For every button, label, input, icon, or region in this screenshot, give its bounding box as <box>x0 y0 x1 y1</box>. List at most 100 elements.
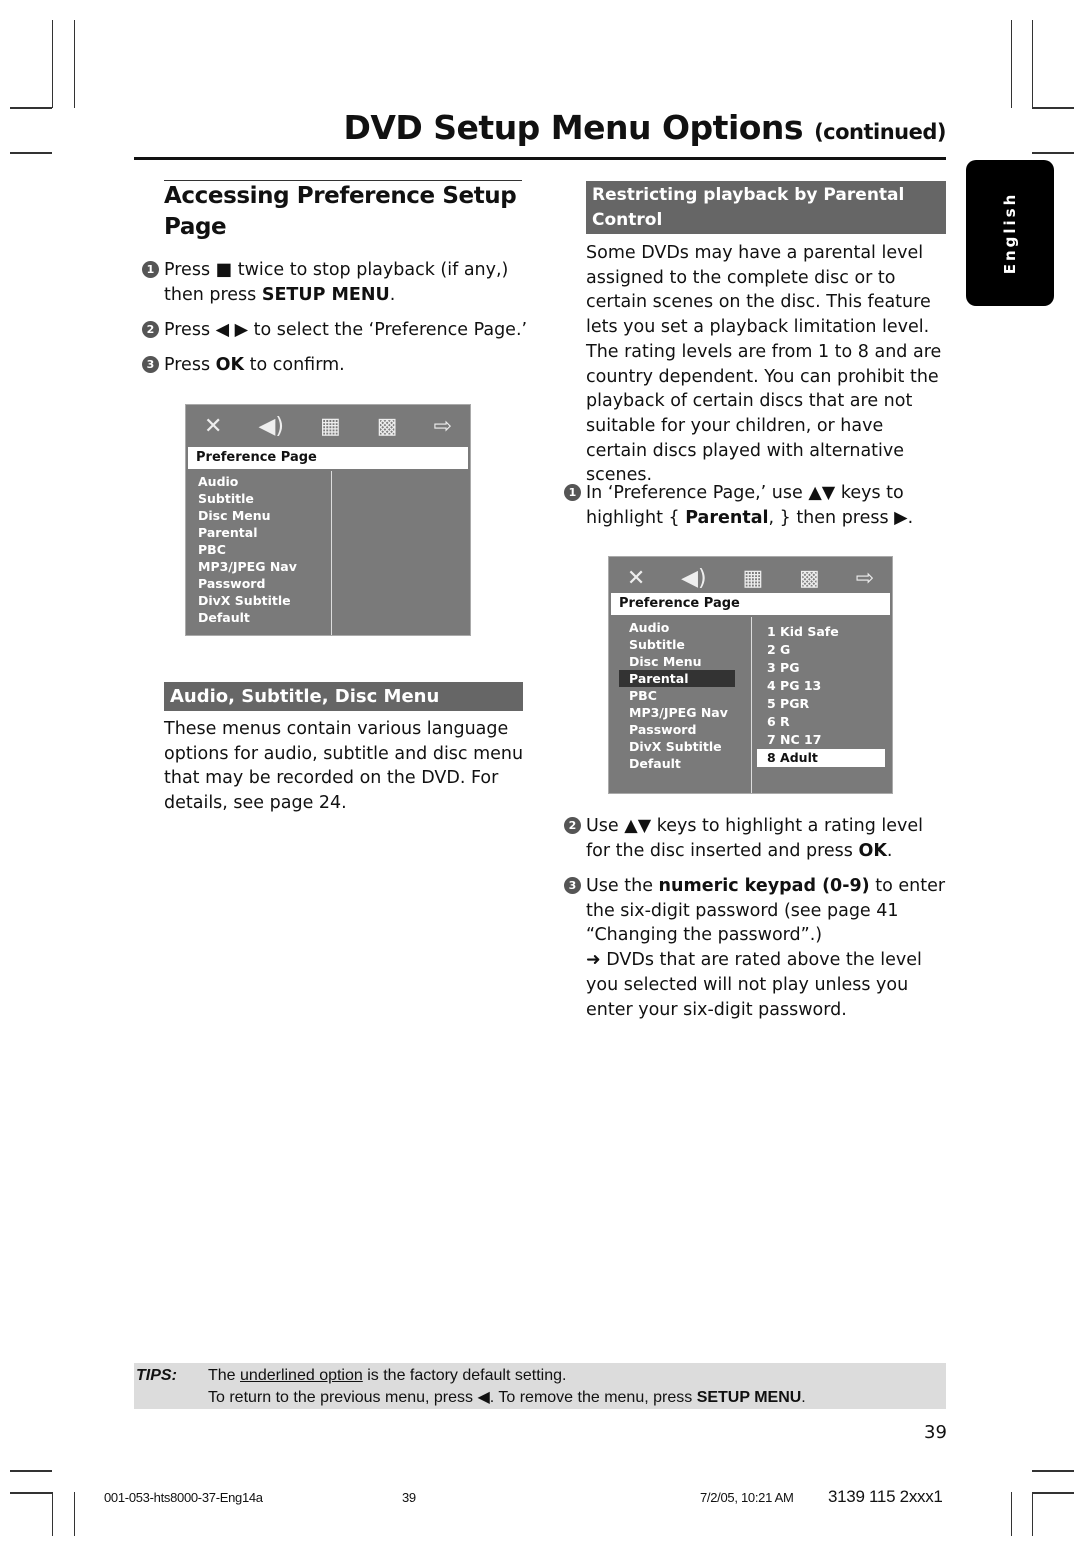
stop-icon: ■ <box>215 260 233 280</box>
tools-icon: ✕ <box>204 413 223 439</box>
right-step-1: 1 In ‘Preference Page,’ use ▲▼ keys to h… <box>564 481 948 530</box>
step-number: 3 <box>142 356 159 373</box>
section-title-accessing: Accessing Preference Setup Page <box>164 183 517 240</box>
osd-item-mp3-jpeg-nav[interactable]: MP3/JPEG Nav <box>188 558 328 575</box>
osd-page-label: Preference Page <box>188 447 468 469</box>
crop-mark <box>10 107 52 109</box>
osd-item-default[interactable]: Default <box>619 755 735 772</box>
page-number: 39 <box>924 1422 947 1443</box>
step-number: 1 <box>564 484 581 501</box>
parental-rating-screen: ✕ ◀) ▦ ▩ ⇨ Preference Page Audio Subtitl… <box>608 556 893 794</box>
setup-menu-key: SETUP MENU <box>261 284 390 305</box>
crop-mark <box>1032 1492 1033 1536</box>
osd-item-mp3-jpeg-nav[interactable]: MP3/JPEG Nav <box>619 704 735 721</box>
subsection-body: These menus contain various language opt… <box>164 719 524 814</box>
step-text: to confirm. <box>244 355 345 375</box>
footer-date: 7/2/05, 10:21 AM <box>700 1490 794 1505</box>
step-text: to select the ‘Preference Page.’ <box>248 320 528 340</box>
crop-mark <box>10 152 52 154</box>
crop-mark <box>1032 1492 1074 1494</box>
preference-page-screen: ✕ ◀) ▦ ▩ ⇨ Preference Page Audio Subtitl… <box>185 404 471 636</box>
parental-option: Parental <box>685 507 769 528</box>
rating-option[interactable]: 2 G <box>757 641 885 659</box>
footer-page: 39 <box>402 1490 416 1505</box>
step-number: 2 <box>564 817 581 834</box>
rating-option[interactable]: 4 PG 13 <box>757 677 885 695</box>
rating-option-selected[interactable]: 8 Adult <box>757 749 885 767</box>
checklist-icon: ▩ <box>799 565 820 591</box>
step-text: , } then press ▶. <box>768 507 914 528</box>
osd-item-disc-menu[interactable]: Disc Menu <box>188 507 328 524</box>
tips-text: is the factory default setting. <box>362 1367 567 1384</box>
tools-icon: ✕ <box>626 565 646 591</box>
osd-item-subtitle[interactable]: Subtitle <box>619 636 735 653</box>
underlined-option-example: underlined option <box>240 1367 363 1384</box>
osd-item-default[interactable]: Default <box>188 609 328 626</box>
crop-mark <box>74 20 75 108</box>
step-text: . <box>389 284 396 305</box>
crop-mark <box>1011 1492 1012 1536</box>
rating-option[interactable]: 5 PGR <box>757 695 885 713</box>
step-text: Press <box>164 355 216 375</box>
rating-option[interactable]: 7 NC 17 <box>757 731 885 749</box>
osd-item-divx-subtitle[interactable]: DivX Subtitle <box>188 592 328 609</box>
rating-option[interactable]: 3 PG <box>757 659 885 677</box>
subsection-heading-audio-subtitle-disc-menu: Audio, Subtitle, Disc Menu <box>164 682 523 711</box>
crop-mark <box>52 1492 53 1536</box>
tips-line-1: The underlined option is the factory def… <box>208 1365 566 1387</box>
numeric-keypad-key: numeric keypad (0-9) <box>658 876 870 896</box>
crop-mark <box>74 1492 75 1536</box>
left-step-1: 1 Press ■ twice to stop playback (if any… <box>142 258 524 307</box>
step-result: ➜ DVDs that are rated above the level yo… <box>586 950 922 1020</box>
tips-text: . <box>801 1389 806 1406</box>
setup-menu-key: SETUP MENU <box>696 1389 802 1406</box>
right-step-2: 2 Use ▲▼ keys to highlight a rating leve… <box>564 814 948 863</box>
osd-icon-bar: ✕ ◀) ▦ ▩ ⇨ <box>186 405 470 447</box>
parental-intro: Some DVDs may have a parental level assi… <box>586 243 942 486</box>
osd-divider <box>331 471 332 635</box>
osd-item-parental[interactable]: Parental <box>188 524 328 541</box>
footer-code: 3139 115 2xxx1 <box>828 1487 943 1506</box>
page-title-suffix: (continued) <box>814 120 946 144</box>
step-text: Press <box>164 320 216 340</box>
crop-mark <box>1011 20 1012 108</box>
checklist-icon: ▩ <box>376 413 398 439</box>
crop-mark <box>10 1492 52 1494</box>
speaker-icon: ◀) <box>681 565 707 591</box>
section-heading-parental-control: Restricting playback by Parental Control <box>586 181 946 234</box>
crop-mark <box>1032 20 1033 108</box>
osd-menu-list: Audio Subtitle Disc Menu Parental PBC MP… <box>188 473 328 626</box>
osd-item-password[interactable]: Password <box>619 721 735 738</box>
rating-list: 1 Kid Safe 2 G 3 PG 4 PG 13 5 PGR 6 R 7 … <box>757 623 885 767</box>
speaker-icon: ◀) <box>258 413 284 439</box>
osd-item-disc-menu[interactable]: Disc Menu <box>619 653 735 670</box>
osd-page-label: Preference Page <box>611 593 890 615</box>
video-icon: ▦ <box>319 413 341 439</box>
osd-item-parental-selected[interactable]: Parental <box>619 670 735 687</box>
language-tab: English <box>966 160 1054 306</box>
osd-item-password[interactable]: Password <box>188 575 328 592</box>
step-number: 1 <box>142 261 159 278</box>
osd-item-audio[interactable]: Audio <box>188 473 328 490</box>
ok-key: OK <box>858 840 887 861</box>
step-text: . <box>886 840 893 861</box>
left-step-2: 2 Press ◀ ▶ to select the ‘Preference Pa… <box>142 318 534 343</box>
rating-option[interactable]: 6 R <box>757 713 885 731</box>
language-tab-label: English <box>1001 191 1019 275</box>
tips-box: TIPS: The underlined option is the facto… <box>134 1363 946 1409</box>
exit-icon: ⇨ <box>433 413 452 439</box>
osd-item-pbc[interactable]: PBC <box>619 687 735 704</box>
tips-text: The <box>208 1367 241 1384</box>
rating-option[interactable]: 1 Kid Safe <box>757 623 885 641</box>
page-title: DVD Setup Menu Options (continued) <box>343 108 946 147</box>
osd-item-audio[interactable]: Audio <box>619 619 735 636</box>
right-step-3: 3 Use the numeric keypad (0-9) to enter … <box>564 874 948 1022</box>
page-title-text: DVD Setup Menu Options <box>343 108 804 147</box>
crop-mark <box>52 20 53 108</box>
osd-item-subtitle[interactable]: Subtitle <box>188 490 328 507</box>
osd-item-pbc[interactable]: PBC <box>188 541 328 558</box>
footer-filename: 001-053-hts8000-37-Eng14a <box>104 1490 263 1505</box>
osd-menu-list: Audio Subtitle Disc Menu Parental PBC MP… <box>619 619 735 772</box>
osd-item-divx-subtitle[interactable]: DivX Subtitle <box>619 738 735 755</box>
tips-label: TIPS: <box>136 1367 177 1384</box>
